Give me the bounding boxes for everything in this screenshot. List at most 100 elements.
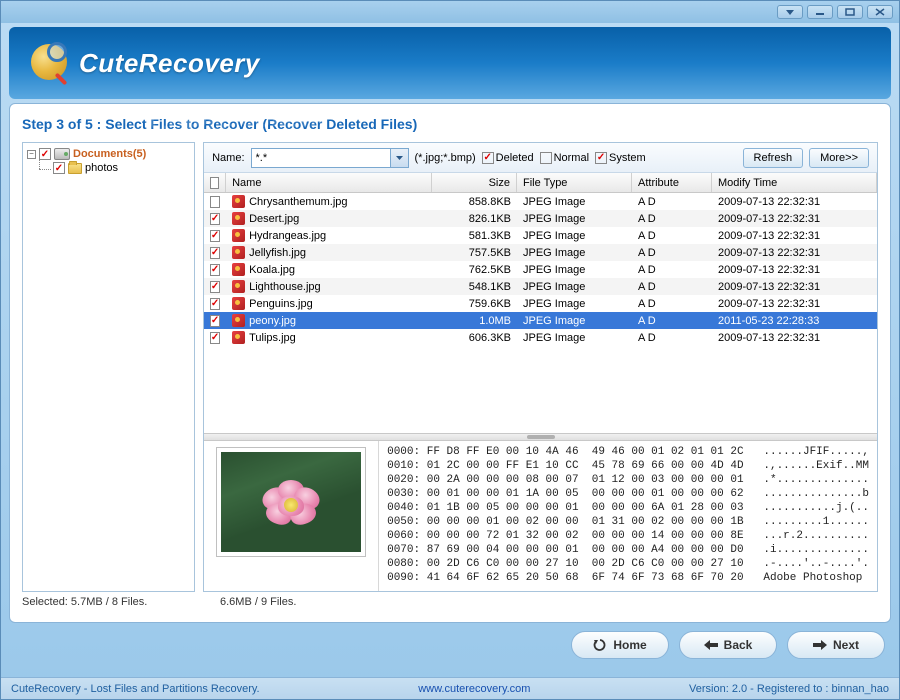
file-name: Chrysanthemum.jpg [249,196,347,208]
system-checkbox[interactable] [595,152,607,164]
file-time: 2009-07-13 22:32:31 [712,196,877,208]
file-size: 762.5KB [432,264,517,276]
next-button[interactable]: Next [787,631,885,659]
file-name: Hydrangeas.jpg [249,230,326,242]
image-file-icon [232,212,245,225]
image-file-icon [232,195,245,208]
maximize-button[interactable] [837,5,863,19]
header-checkbox-col[interactable] [204,173,226,192]
select-all-checkbox[interactable] [210,177,219,189]
filter-types-hint: (*.jpg;*.bmp) [415,152,476,164]
file-time: 2009-07-13 22:32:31 [712,213,877,225]
arrow-left-icon [704,640,718,650]
folder-icon [68,163,82,174]
normal-checkbox[interactable] [540,152,552,164]
file-checkbox[interactable] [210,281,220,293]
file-checkbox[interactable] [210,264,220,276]
file-time: 2009-07-13 22:32:31 [712,332,877,344]
image-file-icon [232,229,245,242]
status-total: 6.6MB / 9 Files. [220,596,296,608]
app-title-reflection: CuteRecovery [149,106,324,137]
file-list[interactable]: Chrysanthemum.jpg858.8KBJPEG ImageA D200… [204,193,877,433]
file-attribute: A D [632,332,712,344]
header-size[interactable]: Size [432,173,517,192]
tree-checkbox[interactable] [53,162,65,174]
file-type: JPEG Image [517,213,632,225]
file-checkbox[interactable] [210,196,220,208]
file-row[interactable]: Koala.jpg762.5KBJPEG ImageA D2009-07-13 … [204,261,877,278]
file-row[interactable]: Hydrangeas.jpg581.3KBJPEG ImageA D2009-0… [204,227,877,244]
file-time: 2011-05-23 22:28:33 [712,315,877,327]
file-type: JPEG Image [517,281,632,293]
minimize-button[interactable] [807,5,833,19]
app-logo-icon [29,42,71,84]
status-row: Selected: 5.7MB / 8 Files. 6.6MB / 9 Fil… [22,596,878,608]
file-type: JPEG Image [517,315,632,327]
preview-splitter[interactable] [204,433,877,441]
home-label: Home [613,638,646,652]
file-row[interactable]: Chrysanthemum.jpg858.8KBJPEG ImageA D200… [204,193,877,210]
back-label: Back [724,638,753,652]
tree-child[interactable]: photos [53,161,190,175]
file-size: 858.8KB [432,196,517,208]
home-button[interactable]: Home [571,631,669,659]
refresh-button[interactable]: Refresh [743,148,804,168]
content-frame: Step 3 of 5 : Select Files to Recover (R… [9,103,891,623]
tree-root[interactable]: − Documents(5) [27,147,190,161]
file-type: JPEG Image [517,264,632,276]
header-name[interactable]: Name [226,173,432,192]
image-file-icon [232,297,245,310]
file-size: 826.1KB [432,213,517,225]
file-type: JPEG Image [517,298,632,310]
file-type: JPEG Image [517,332,632,344]
file-row[interactable]: Jellyfish.jpg757.5KBJPEG ImageA D2009-07… [204,244,877,261]
filter-dropdown-button[interactable] [391,148,409,168]
titlebar [1,1,899,23]
file-checkbox[interactable] [210,298,220,310]
file-time: 2009-07-13 22:32:31 [712,298,877,310]
normal-label: Normal [554,152,589,164]
app-window: CuteRecovery CuteRecovery Step 3 of 5 : … [0,0,900,700]
file-attribute: A D [632,196,712,208]
next-label: Next [833,638,859,652]
header-modify-time[interactable]: Modify Time [712,173,877,192]
file-type: JPEG Image [517,247,632,259]
file-attribute: A D [632,264,712,276]
close-button[interactable] [867,5,893,19]
menu-button[interactable] [777,5,803,19]
file-checkbox[interactable] [210,332,220,344]
file-checkbox[interactable] [210,230,220,242]
deleted-checkbox[interactable] [482,152,494,164]
file-attribute: A D [632,315,712,327]
folder-tree[interactable]: − Documents(5) photos [22,142,195,592]
collapse-icon[interactable]: − [27,150,36,159]
file-name: Penguins.jpg [249,298,313,310]
more-button[interactable]: More>> [809,148,869,168]
file-row[interactable]: Tulips.jpg606.3KBJPEG ImageA D2009-07-13… [204,329,877,346]
file-row[interactable]: peony.jpg1.0MBJPEG ImageA D2011-05-23 22… [204,312,877,329]
header-type[interactable]: File Type [517,173,632,192]
file-size: 548.1KB [432,281,517,293]
file-time: 2009-07-13 22:32:31 [712,230,877,242]
file-row[interactable]: Penguins.jpg759.6KBJPEG ImageA D2009-07-… [204,295,877,312]
tree-root-label: Documents(5) [73,148,146,160]
header-attribute[interactable]: Attribute [632,173,712,192]
file-checkbox[interactable] [210,247,220,259]
file-name: Koala.jpg [249,264,295,276]
system-label: System [609,152,646,164]
back-button[interactable]: Back [679,631,777,659]
file-checkbox[interactable] [210,315,220,327]
footer-url[interactable]: www.cuterecovery.com [418,683,530,695]
file-row[interactable]: Lighthouse.jpg548.1KBJPEG ImageA D2009-0… [204,278,877,295]
filter-pattern-input[interactable] [251,148,391,168]
file-attribute: A D [632,230,712,242]
file-row[interactable]: Desert.jpg826.1KBJPEG ImageA D2009-07-13… [204,210,877,227]
file-name: Lighthouse.jpg [249,281,321,293]
file-size: 757.5KB [432,247,517,259]
file-checkbox[interactable] [210,213,220,225]
file-attribute: A D [632,247,712,259]
file-list-header: Name Size File Type Attribute Modify Tim… [204,173,877,193]
filter-name-label: Name: [212,152,244,164]
hex-preview[interactable]: 0000: FF D8 FF E0 00 10 4A 46 49 46 00 0… [379,441,877,591]
file-size: 759.6KB [432,298,517,310]
